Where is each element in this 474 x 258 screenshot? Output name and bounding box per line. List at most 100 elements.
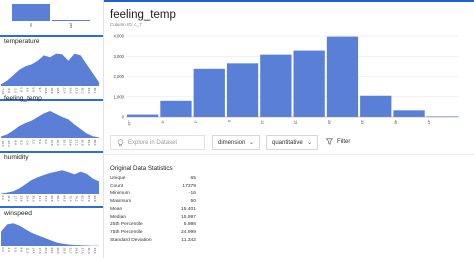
stat-value: 65 <box>190 176 196 181</box>
category-tick-label: no <box>29 23 33 27</box>
x-tick-label: 12 <box>260 120 264 124</box>
lightbulb-icon <box>117 138 124 146</box>
section-divider <box>104 154 474 155</box>
axis-tick-label: 24.4 <box>68 88 72 94</box>
axis-tick-label: 47.0 <box>44 196 48 202</box>
category-tick-label: yes <box>69 23 73 28</box>
stat-value: -16 <box>188 191 196 197</box>
card-label-humidity: humidity <box>4 154 29 161</box>
card-label-winspeed: winspeed <box>4 210 32 217</box>
explore-in-dataset-button[interactable]: Explore in Dataset <box>110 135 205 150</box>
axis-tick-label: 39.0 <box>99 88 100 94</box>
stat-row: 25th Percentile 5.998 <box>110 222 196 227</box>
x-tick-label: 33 <box>360 120 364 124</box>
histogram-bar[interactable] <box>393 110 425 117</box>
axis-tick-label: 18.5 <box>56 88 60 94</box>
x-tick-label: 19 <box>294 120 298 124</box>
histogram-bar[interactable] <box>160 100 192 117</box>
y-tick-label: 1,000 <box>114 94 125 99</box>
winspeed-distribution-chart[interactable]: 0.0 2.9 5.8 8.6 11.5 14.4 17.3 20.2 23.0 25.9 28.8… <box>0 218 100 258</box>
axis-tick-label: 37.4 <box>81 248 85 254</box>
axis-tick-label: 64.5 <box>62 196 66 202</box>
humidity-distribution-chart[interactable]: 6.0 11.9 17.7 23.6 29.4 35.3 41.1 47.0 52.8 58.7 6… <box>0 162 100 206</box>
temperature-distribution-chart[interactable]: -7.00 -5.9 -2.0 0.9 3.8 6.8 9.7 12.6 15.6 18.5 21.… <box>0 46 100 98</box>
stat-label: Mean <box>110 206 123 212</box>
card-label-feeling-temp: feeling_temp <box>4 95 42 102</box>
quantitative-label: quantitative <box>272 139 303 146</box>
histogram-bar[interactable] <box>260 54 292 117</box>
histogram-bar[interactable] <box>293 50 325 117</box>
axis-tick-label: 17.3 <box>38 248 42 254</box>
histogram-bar[interactable] <box>326 36 359 117</box>
axis-tick-label: 82.1 <box>81 196 85 202</box>
axis-tick-label: -2.0 <box>13 88 17 94</box>
stat-row: Standard Deviation 11.342 <box>110 238 196 243</box>
axis-tick-label: 27.2 <box>75 140 79 146</box>
axis-tick-label: 17.7 <box>13 196 17 202</box>
axis-tick-label: 21.4 <box>62 88 66 94</box>
axis-tick-label: 41.1 <box>38 196 42 202</box>
stat-row: Mean 15.401 <box>110 207 196 212</box>
distribution-area <box>1 223 99 246</box>
x-tick-label: 40 <box>393 120 397 124</box>
stat-row: 75th Percentile 24.999 <box>110 230 196 235</box>
axis-tick-label: 11.9 <box>7 196 11 202</box>
chevron-down-icon: ⌄ <box>306 140 312 146</box>
column-id: Column ID: c_7 <box>110 22 142 27</box>
axis-tick-label: 3.8 <box>26 88 30 93</box>
axis-tick-label: 12.8 <box>50 140 54 146</box>
axis-tick-label: 28.8 <box>62 248 66 254</box>
axis-tick-label: 52.8 <box>50 196 54 202</box>
stat-label: Minimum <box>110 191 130 197</box>
stat-row: Unique 65 <box>110 176 196 181</box>
axis-tick-label: -5.9 <box>7 88 11 94</box>
top-card-histogram[interactable]: no yes <box>0 0 100 34</box>
axis-tick-label: 36.1 <box>93 88 97 94</box>
stat-label: Unique <box>110 176 126 181</box>
y-tick-label: 2,000 <box>114 74 125 79</box>
category-bar[interactable] <box>12 4 50 21</box>
histogram-bar[interactable] <box>127 114 159 117</box>
dimension-label: dimension <box>218 139 246 146</box>
filter-icon <box>326 138 333 145</box>
axis-tick-label: 9.2 <box>44 140 48 145</box>
filter-label: Filter <box>337 138 351 145</box>
stat-row: Minimum -16 <box>110 191 196 196</box>
axis-tick-label: 12.6 <box>44 88 48 94</box>
category-bar[interactable] <box>52 20 90 21</box>
stats-title: Original Data Statistics <box>110 165 173 172</box>
distribution-area <box>1 111 99 138</box>
axis-tick-label: 99.6 <box>99 196 100 202</box>
chevron-down-icon: ⌄ <box>248 140 254 146</box>
axis-tick-label: 76.2 <box>75 196 79 202</box>
axis-tick-label: 87.9 <box>87 196 91 202</box>
axis-tick-label: 46.1 <box>99 248 100 254</box>
axis-tick-label: 14.4 <box>32 248 36 254</box>
axis-tick-label: 23.6 <box>19 196 23 202</box>
axis-tick-label: 16.4 <box>56 140 60 146</box>
dimension-select[interactable]: dimension ⌄ <box>212 135 260 150</box>
axis-tick-label: 20.0 <box>62 140 66 146</box>
axis-tick-label: 6.0 <box>1 196 5 201</box>
sidebar: no yes temperature -7.00 -5.9 -2.0 0.9 3.8 6.8… <box>0 0 103 258</box>
histogram-bar[interactable] <box>360 95 392 117</box>
axis-tick-label: 20.2 <box>44 248 48 254</box>
axis-tick-label: 23.0 <box>50 248 54 254</box>
histogram-bar[interactable] <box>193 68 225 117</box>
quantitative-select[interactable]: quantitative ⌄ <box>266 135 318 150</box>
axis-tick-label: 33.2 <box>87 88 91 94</box>
filter-button[interactable]: Filter <box>326 138 350 145</box>
feeling-temp-histogram[interactable]: 0 1,000 2,000 3,000 4,000 -16 -9 -2 5 12 19 26 33 40 4… <box>104 28 464 128</box>
feeling-temp-distribution-chart[interactable]: -16.0 -12.4 -8.8 -5.2 -1.6 2.0 5.6 9.2 12.8 16.4 2… <box>0 104 100 150</box>
axis-tick-label: 5.6 <box>38 140 42 145</box>
axis-tick-label: 70.4 <box>68 196 72 202</box>
histogram-bar[interactable] <box>226 63 259 117</box>
stat-value: 50 <box>190 199 196 205</box>
axis-tick-label: 30.8 <box>81 140 85 146</box>
stat-label: Count <box>110 183 124 189</box>
axis-tick-label: 9.7 <box>38 88 42 93</box>
detail-panel: feeling_temp Column ID: c_7 0 1,000 2,000 3… <box>104 0 474 258</box>
axis-tick-label: 34.6 <box>75 248 79 254</box>
stat-label: Maximum <box>110 199 132 205</box>
stat-label: Median <box>110 214 127 220</box>
